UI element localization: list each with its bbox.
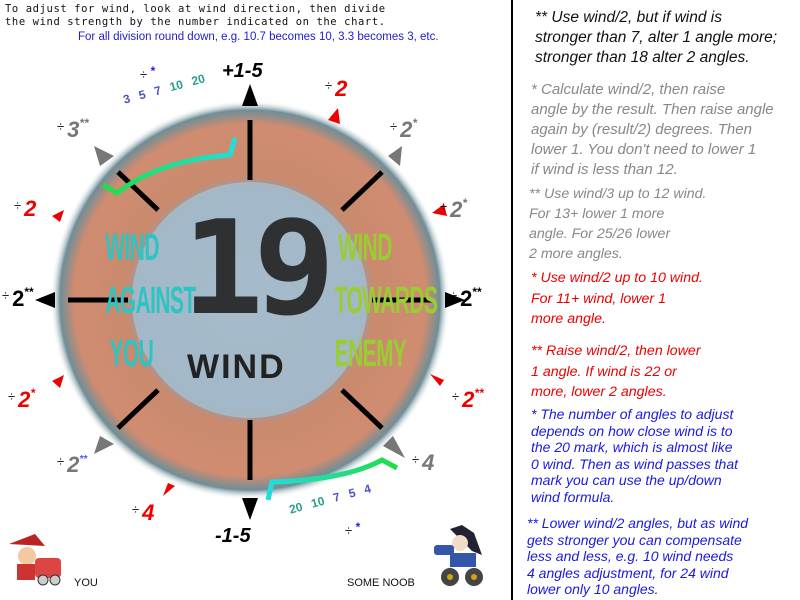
- note-red-single-star: * Use wind/2 up to 10 wind. For 11+ wind…: [531, 270, 703, 327]
- divisor-marker: ÷ 2*: [8, 386, 36, 412]
- note-gray-single-star: * Calculate wind/2, then raise angle by …: [531, 81, 774, 178]
- bottom-range-label: -1-5: [215, 525, 251, 547]
- player-enemy-label: SOME NOOB: [347, 577, 415, 589]
- divisor-marker: ÷ 2**: [452, 386, 484, 412]
- divisor-marker: ÷ 2: [14, 196, 37, 221]
- divisor-marker: ÷ 3**: [57, 116, 89, 142]
- divisor-marker: ÷ 4: [132, 500, 155, 525]
- note-gray-double-star: ** Use wind/3 up to 12 wind. For 13+ low…: [529, 186, 707, 262]
- wind-caption: WIND: [187, 348, 286, 386]
- lower-scale-value: 5: [346, 485, 358, 501]
- player-you-avatar: [9, 534, 61, 586]
- divisor-marker: ÷ 2**: [2, 285, 34, 311]
- against-label: WIND AGAINST YOU: [105, 227, 196, 375]
- arrow-red-bottom-left-icon: [163, 483, 175, 496]
- note-blue-double-star: ** Lower wind/2 angles, but as wind gets…: [527, 515, 749, 597]
- divisor-marker: ÷ 2*: [440, 196, 468, 222]
- divisor-marker: ÷ 2: [325, 76, 348, 101]
- divisor-marker: ÷ 2**: [57, 452, 88, 477]
- player-enemy-avatar: [434, 525, 483, 586]
- note-red-double-star: ** Raise wind/2, then lower 1 angle. If …: [531, 343, 701, 400]
- player-you-label: YOU: [74, 577, 98, 589]
- note-black-double-star: ** Use wind/2, but if wind is stronger t…: [535, 9, 778, 66]
- note-blue-single-star: * The number of angles to adjust depends…: [531, 406, 739, 505]
- arrow-left-icon: [35, 292, 55, 308]
- lower-scale-value: 7: [331, 489, 342, 505]
- wind-value: 19: [181, 192, 336, 344]
- divisor-marker: ÷ *: [345, 520, 360, 538]
- arrow-down-icon: [242, 498, 258, 520]
- divisor-marker: ÷ 2*: [390, 116, 418, 142]
- divisor-marker: ÷ *: [140, 64, 155, 82]
- towards-label: WIND TOWARDS ENEMY: [334, 227, 438, 375]
- arrow-red-left-upper-icon: [52, 210, 64, 222]
- section-divider: [511, 0, 513, 600]
- top-range-label: +1-5: [222, 60, 263, 82]
- arrow-red-left-lower-icon: [52, 375, 64, 388]
- divisor-marker: ÷ 4: [412, 450, 435, 475]
- divisor-marker: ÷ 2**: [450, 285, 482, 311]
- arrow-up-icon: [242, 84, 258, 106]
